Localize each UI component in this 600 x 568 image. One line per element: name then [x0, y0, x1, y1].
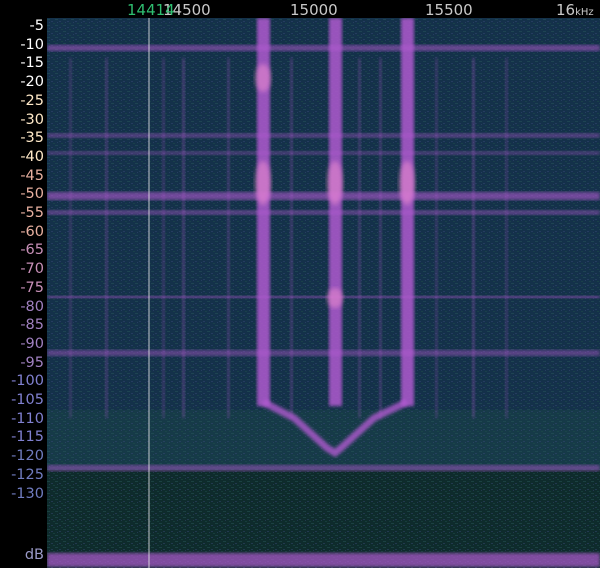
db-label: -95 [20, 354, 44, 371]
vertical-trace [182, 58, 185, 418]
db-label: -115 [11, 429, 44, 446]
db-label: -130 [11, 485, 44, 502]
signal-trace [401, 18, 414, 406]
freq-label-16000: 16kHz [556, 1, 594, 19]
db-label: -45 [20, 167, 44, 184]
db-label: -80 [20, 298, 44, 315]
horizontal-band [47, 296, 600, 298]
vertical-trace [505, 58, 508, 418]
db-label: -125 [11, 466, 44, 483]
vertical-trace [162, 58, 165, 418]
vertical-trace [435, 58, 438, 418]
horizontal-band [47, 465, 600, 471]
vertical-trace [290, 58, 293, 418]
db-label: -25 [20, 92, 44, 109]
horizontal-band [47, 553, 600, 567]
horizontal-band [47, 45, 600, 51]
horizontal-band [47, 151, 600, 155]
db-label: -40 [20, 148, 44, 165]
db-unit-label: dB [24, 547, 44, 563]
spectrogram-canvas [47, 18, 600, 568]
db-label: -20 [20, 74, 44, 91]
db-axis: -5 -10 -15 -20 -25 -30 -35 -40 -45 -50 -55 -60 -65 -7… [0, 0, 47, 568]
signal-hotspot [255, 64, 271, 92]
frequency-axis: 14500 15000 15500 16kHz 14414 [0, 0, 600, 19]
vertical-trace [472, 58, 475, 418]
db-label: -15 [20, 55, 44, 72]
signal-hotspot [399, 161, 415, 205]
db-label: -85 [20, 317, 44, 334]
db-label: -60 [20, 223, 44, 240]
db-label: -120 [11, 448, 44, 465]
frequency-unit: kHz [575, 7, 594, 18]
cursor-frequency-readout: 14414 [127, 1, 175, 19]
db-label: -5 [29, 18, 44, 34]
spectrogram-plot[interactable] [47, 18, 600, 568]
vertical-trace [69, 58, 72, 418]
vertical-trace [227, 58, 230, 418]
spectrum-analyzer: 14500 15000 15500 16kHz 14414 -5 -10 -15 -2… [0, 0, 600, 568]
vertical-trace [358, 58, 361, 418]
freq-label-15000: 15000 [290, 1, 338, 19]
db-label: -50 [20, 186, 44, 203]
db-label: -65 [20, 242, 44, 259]
signal-hotspot [327, 161, 343, 205]
db-label: -110 [11, 410, 44, 427]
signal-trace [329, 18, 342, 406]
db-label: -105 [11, 392, 44, 408]
vertical-trace [105, 58, 108, 418]
db-label: -90 [20, 335, 44, 352]
db-label: -35 [20, 130, 44, 147]
noise-texture [47, 18, 600, 568]
signal-hotspot [327, 288, 343, 308]
horizontal-band [47, 133, 600, 138]
vertical-trace [379, 58, 382, 418]
horizontal-band [47, 210, 600, 215]
db-label: -55 [20, 205, 44, 221]
db-label: -100 [11, 373, 44, 390]
freq-label-15500: 15500 [425, 1, 473, 19]
db-label: -75 [20, 279, 44, 296]
signal-hotspot [255, 161, 271, 205]
horizontal-band [47, 350, 600, 356]
db-label: -10 [20, 36, 44, 53]
db-label: -70 [20, 261, 44, 278]
horizontal-band [47, 192, 600, 200]
db-label: -30 [20, 111, 44, 128]
